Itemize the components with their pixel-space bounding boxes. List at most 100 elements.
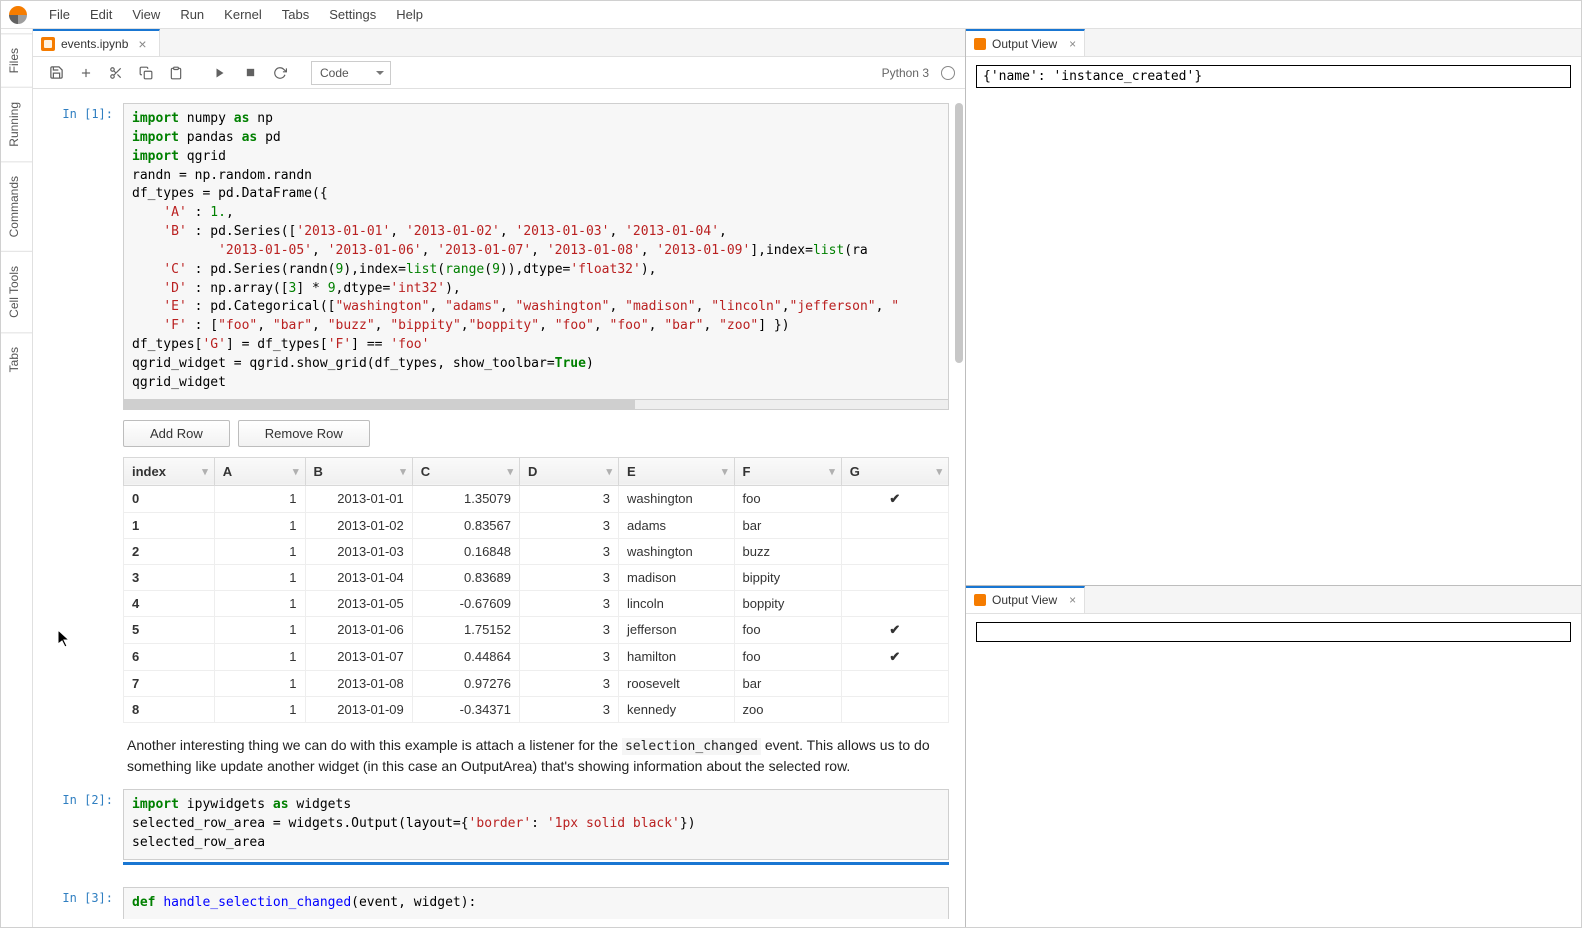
cell[interactable]: 0.83567: [412, 512, 519, 538]
filter-icon[interactable]: ▾: [829, 465, 835, 478]
cell[interactable]: 2013-01-07: [305, 643, 412, 670]
cell[interactable]: jefferson: [619, 616, 735, 643]
run-icon[interactable]: [207, 61, 233, 85]
cell[interactable]: 3: [520, 670, 619, 696]
filter-icon[interactable]: ▾: [722, 465, 728, 478]
close-icon[interactable]: ×: [1063, 593, 1076, 607]
kernel-indicator-icon[interactable]: [941, 66, 955, 80]
code-cell[interactable]: In [3]: def handle_selection_changed(eve…: [33, 885, 965, 925]
cell[interactable]: 1: [214, 590, 305, 616]
table-row[interactable]: 512013-01-061.751523jeffersonfoo✔: [124, 616, 949, 643]
menu-settings[interactable]: Settings: [319, 3, 386, 26]
horizontal-scrollbar[interactable]: [123, 400, 949, 410]
cell-bool[interactable]: [841, 670, 948, 696]
code-input[interactable]: import ipywidgets as widgets selected_ro…: [123, 789, 949, 860]
cell[interactable]: 3: [124, 564, 215, 590]
sidebar-tabs[interactable]: Tabs: [1, 332, 32, 386]
output-body[interactable]: {'name': 'instance_created'}: [966, 57, 1581, 585]
cell[interactable]: 3: [520, 512, 619, 538]
column-header-c[interactable]: C▾: [412, 457, 519, 485]
stop-icon[interactable]: [237, 61, 263, 85]
cell-bool[interactable]: ✔: [841, 643, 948, 670]
cell[interactable]: 0.16848: [412, 538, 519, 564]
cell-type-select[interactable]: Code: [311, 61, 391, 85]
cell[interactable]: bar: [734, 670, 841, 696]
column-header-index[interactable]: index▾: [124, 457, 215, 485]
cell[interactable]: 2013-01-06: [305, 616, 412, 643]
menu-tabs[interactable]: Tabs: [272, 3, 319, 26]
sidebar-cell-tools[interactable]: Cell Tools: [1, 251, 32, 332]
table-row[interactable]: 712013-01-080.972763rooseveltbar: [124, 670, 949, 696]
cell[interactable]: 2013-01-09: [305, 696, 412, 722]
cell[interactable]: boppity: [734, 590, 841, 616]
cell[interactable]: 6: [124, 643, 215, 670]
cell[interactable]: 1.35079: [412, 485, 519, 512]
close-icon[interactable]: ×: [1063, 37, 1076, 51]
add-row-button[interactable]: Add Row: [123, 420, 230, 447]
filter-icon[interactable]: ▾: [293, 465, 299, 478]
filter-icon[interactable]: ▾: [936, 465, 942, 478]
cell[interactable]: buzz: [734, 538, 841, 564]
table-row[interactable]: 012013-01-011.350793washingtonfoo✔: [124, 485, 949, 512]
cell[interactable]: 2013-01-02: [305, 512, 412, 538]
cell[interactable]: 3: [520, 564, 619, 590]
cell[interactable]: zoo: [734, 696, 841, 722]
scrollbar-thumb[interactable]: [124, 400, 635, 409]
sidebar-files[interactable]: Files: [1, 33, 32, 87]
cell[interactable]: bippity: [734, 564, 841, 590]
cell-bool[interactable]: ✔: [841, 485, 948, 512]
cell[interactable]: 1: [124, 512, 215, 538]
column-header-a[interactable]: A▾: [214, 457, 305, 485]
menu-help[interactable]: Help: [386, 3, 433, 26]
cell-bool[interactable]: [841, 512, 948, 538]
menu-file[interactable]: File: [39, 3, 80, 26]
table-row[interactable]: 812013-01-09-0.343713kennedyzoo: [124, 696, 949, 722]
cell[interactable]: 0.83689: [412, 564, 519, 590]
column-header-f[interactable]: F▾: [734, 457, 841, 485]
cell[interactable]: 1: [214, 485, 305, 512]
cell[interactable]: roosevelt: [619, 670, 735, 696]
cell[interactable]: 1: [214, 616, 305, 643]
cell-bool[interactable]: ✔: [841, 616, 948, 643]
output-body[interactable]: [966, 614, 1581, 927]
cell[interactable]: 5: [124, 616, 215, 643]
cell[interactable]: 3: [520, 696, 619, 722]
paste-icon[interactable]: [163, 61, 189, 85]
add-cell-icon[interactable]: [73, 61, 99, 85]
code-input[interactable]: import numpy as np import pandas as pd i…: [123, 103, 949, 400]
table-row[interactable]: 112013-01-020.835673adamsbar: [124, 512, 949, 538]
table-row[interactable]: 312013-01-040.836893madisonbippity: [124, 564, 949, 590]
scrollbar-thumb[interactable]: [955, 103, 963, 363]
output-view-tab[interactable]: Output View ×: [966, 29, 1085, 56]
cell[interactable]: 3: [520, 590, 619, 616]
notebook-tab[interactable]: events.ipynb ×: [33, 29, 160, 56]
cell-bool[interactable]: [841, 696, 948, 722]
cell[interactable]: madison: [619, 564, 735, 590]
menu-run[interactable]: Run: [170, 3, 214, 26]
cell[interactable]: 2: [124, 538, 215, 564]
cell[interactable]: bar: [734, 512, 841, 538]
cell[interactable]: 7: [124, 670, 215, 696]
cell[interactable]: 4: [124, 590, 215, 616]
sidebar-commands[interactable]: Commands: [1, 161, 32, 251]
sidebar-running[interactable]: Running: [1, 87, 32, 161]
column-header-d[interactable]: D▾: [520, 457, 619, 485]
cell[interactable]: foo: [734, 643, 841, 670]
cell[interactable]: lincoln: [619, 590, 735, 616]
cell[interactable]: 0.44864: [412, 643, 519, 670]
menu-view[interactable]: View: [122, 3, 170, 26]
column-header-b[interactable]: B▾: [305, 457, 412, 485]
save-icon[interactable]: [43, 61, 69, 85]
cell[interactable]: 0: [124, 485, 215, 512]
data-grid[interactable]: index▾A▾B▾C▾D▾E▾F▾G▾ 012013-01-011.35079…: [123, 457, 949, 723]
menu-kernel[interactable]: Kernel: [214, 3, 272, 26]
cell[interactable]: -0.34371: [412, 696, 519, 722]
cell[interactable]: 2013-01-03: [305, 538, 412, 564]
column-header-e[interactable]: E▾: [619, 457, 735, 485]
cell[interactable]: 2013-01-05: [305, 590, 412, 616]
code-input[interactable]: def handle_selection_changed(event, widg…: [123, 887, 949, 919]
filter-icon[interactable]: ▾: [507, 465, 513, 478]
cut-icon[interactable]: [103, 61, 129, 85]
cell[interactable]: adams: [619, 512, 735, 538]
column-header-g[interactable]: G▾: [841, 457, 948, 485]
